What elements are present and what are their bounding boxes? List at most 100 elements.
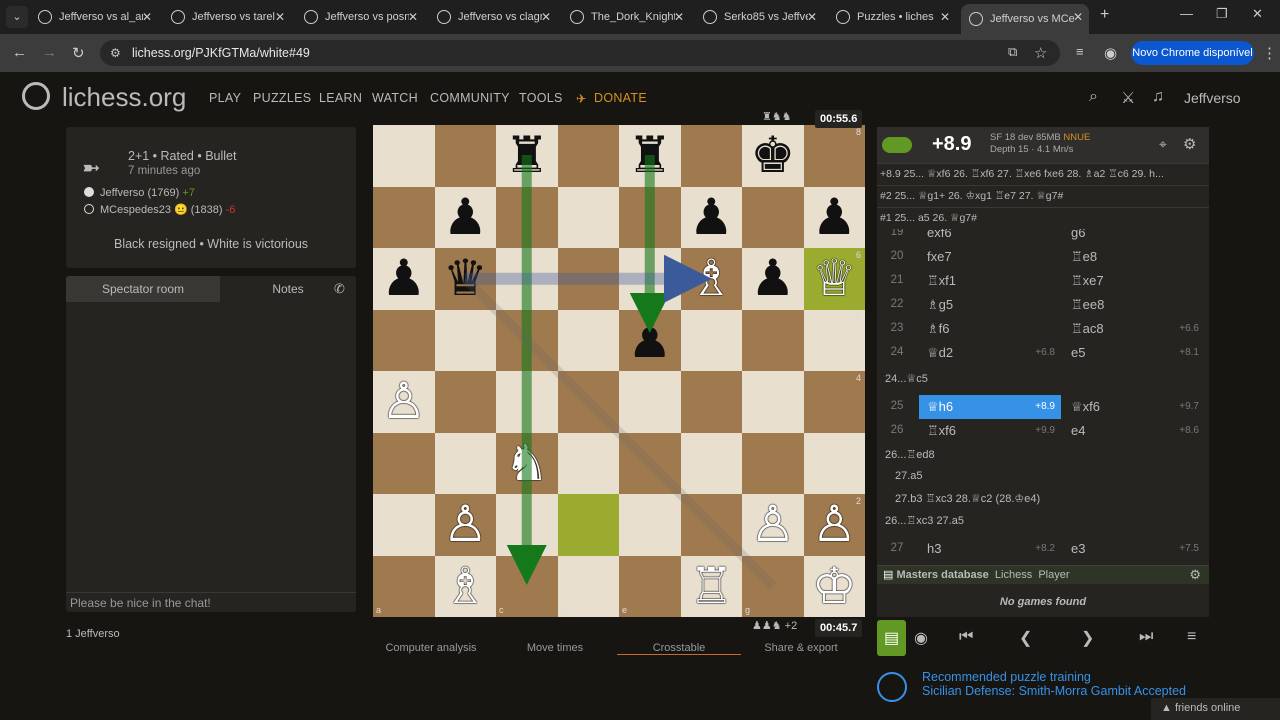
square-c6[interactable]	[496, 248, 558, 310]
user-menu[interactable]: Jeffverso	[1184, 90, 1241, 106]
black-move[interactable]: ♖ac8 +6.6	[1063, 317, 1205, 341]
square-e4[interactable]	[619, 371, 681, 433]
browser-tab[interactable]: Puzzles • liches ✕	[828, 4, 956, 30]
white-move[interactable]: exf6	[919, 229, 1061, 245]
square-e6[interactable]	[619, 248, 681, 310]
menu-watch[interactable]: WATCH	[372, 91, 418, 105]
piece-b6[interactable]: ♛	[435, 248, 497, 310]
url-text[interactable]: lichess.org/PJKfGTMa/white#49	[132, 46, 310, 60]
engine-line-1[interactable]: +8.9 25... ♕xf6 26. ♖xf6 27. ♖xe6 fxe6 2…	[877, 163, 1209, 185]
black-move[interactable]: ♖ee8	[1063, 293, 1205, 317]
square-d1[interactable]	[557, 555, 619, 617]
menu-learn[interactable]: LEARN	[319, 91, 362, 105]
square-e7[interactable]	[619, 186, 681, 248]
tab-spectator-room[interactable]: Spectator room	[66, 276, 220, 302]
variation-line[interactable]: 27.b3 ♖xc3 28.♕c2 (28.♔e4)	[877, 489, 1209, 508]
browser-tab[interactable]: The_Dork_Knight ✕	[562, 4, 690, 30]
variation-line[interactable]: 26...♖xc3 27.a5	[877, 511, 1209, 530]
new-tab-button[interactable]: +	[1100, 6, 1109, 24]
minimize-icon[interactable]: —	[1180, 6, 1193, 21]
black-player[interactable]: MCespedes23 😐 (1838) -6	[84, 203, 235, 216]
white-move[interactable]: ♗f6	[919, 317, 1061, 341]
maximize-icon[interactable]: ❐	[1216, 6, 1228, 22]
square-g5[interactable]	[742, 309, 804, 371]
piece-b7[interactable]: ♟	[435, 187, 497, 249]
browser-tab[interactable]: Jeffverso vs MCe ✕	[961, 4, 1089, 34]
black-move[interactable]: e4 +8.6	[1063, 419, 1205, 443]
square-d3[interactable]	[557, 432, 619, 494]
phone-icon[interactable]: ✆	[334, 281, 345, 297]
piece-g6[interactable]: ♟	[742, 248, 804, 310]
browser-tab[interactable]: Jeffverso vs clagr ✕	[429, 4, 557, 30]
black-move[interactable]: e5 +8.1	[1063, 341, 1205, 365]
close-tab-icon[interactable]: ✕	[408, 10, 418, 24]
menu-puzzles[interactable]: PUZZLES	[253, 91, 311, 105]
square-f2[interactable]	[680, 494, 742, 556]
piece-e5[interactable]: ♟	[619, 310, 681, 372]
notification-bell-icon[interactable]: ♫	[1152, 88, 1164, 106]
engine-settings-icon[interactable]: ⚙	[1183, 135, 1196, 153]
square-d4[interactable]	[557, 371, 619, 433]
piece-b1[interactable]: ♗	[435, 556, 497, 618]
black-player-name[interactable]: MCespedes23 😐 (1838)	[100, 204, 223, 216]
piece-c3[interactable]: ♞	[496, 433, 558, 495]
challenge-icon[interactable]: ⚔	[1121, 88, 1135, 108]
engine-line-2[interactable]: #2 25... ♕g1+ 26. ♔xg1 ♖e7 27. ♕g7#	[877, 185, 1209, 207]
tab-move-times[interactable]: Move times	[502, 642, 608, 654]
square-f8[interactable]	[680, 125, 742, 187]
square-a8[interactable]	[373, 125, 435, 187]
square-e2[interactable]	[619, 494, 681, 556]
explorer-settings-icon[interactable]: ⚙	[1189, 567, 1201, 583]
square-c2[interactable]	[496, 494, 558, 556]
piece-h6[interactable]: ♕	[804, 248, 866, 310]
puzzle-line-1[interactable]: Recommended puzzle training	[922, 670, 1186, 684]
piece-h7[interactable]: ♟	[804, 187, 866, 249]
media-icon[interactable]: ≡	[1076, 44, 1084, 59]
white-move[interactable]: ♕h6 +8.9	[919, 395, 1061, 419]
white-move[interactable]: ♕d2 +6.8	[919, 341, 1061, 365]
square-d7[interactable]	[557, 186, 619, 248]
square-f3[interactable]	[680, 432, 742, 494]
menu-community[interactable]: COMMUNITY	[430, 91, 510, 105]
square-a5[interactable]	[373, 309, 435, 371]
browser-tab[interactable]: Jeffverso vs posn ✕	[296, 4, 424, 30]
tab-player[interactable]: Player	[1038, 569, 1069, 581]
next-move-icon[interactable]: ❯	[1081, 628, 1094, 648]
square-g3[interactable]	[742, 432, 804, 494]
search-icon[interactable]: ⌕	[1089, 88, 1098, 106]
square-c1[interactable]	[496, 555, 558, 617]
piece-h2[interactable]: ♙	[804, 494, 866, 556]
close-tab-icon[interactable]: ✕	[142, 10, 152, 24]
square-a3[interactable]	[373, 432, 435, 494]
piece-e8[interactable]: ♜	[619, 125, 681, 187]
square-g7[interactable]	[742, 186, 804, 248]
chrome-update-button[interactable]: Novo Chrome disponível	[1131, 41, 1254, 65]
square-e3[interactable]	[619, 432, 681, 494]
square-d2[interactable]	[557, 494, 619, 556]
square-b3[interactable]	[434, 432, 496, 494]
prev-move-icon[interactable]: ❮	[1019, 628, 1032, 648]
square-d5[interactable]	[557, 309, 619, 371]
square-b4[interactable]	[434, 371, 496, 433]
white-move[interactable]: ♗g5	[919, 293, 1061, 317]
square-c7[interactable]	[496, 186, 558, 248]
white-move[interactable]: ♖xf1	[919, 269, 1061, 293]
black-move[interactable]: e3 +7.5	[1063, 537, 1205, 561]
white-player-name[interactable]: Jeffverso (1769)	[100, 187, 179, 199]
variation-line[interactable]: 24...♕c5	[877, 369, 1209, 388]
menu-tools[interactable]: TOOLS	[519, 91, 563, 105]
bookmark-star-icon[interactable]: ☆	[1034, 44, 1047, 62]
square-a7[interactable]	[373, 186, 435, 248]
menu-play[interactable]: PLAY	[209, 91, 241, 105]
puzzle-line-2[interactable]: Sicilian Defense: Smith-Morra Gambit Acc…	[922, 684, 1186, 698]
chess-board[interactable]: a b c d e f g h 8 7 6 5 4 3 2 1 ♜ ♜ ♚ ♟ ♟ ♟ ♟ ♛ ♗ ♟ ♕ ♟ ♙ ♞ ♙ ♙ ♙ ♗ ♖ ♔	[373, 125, 865, 617]
browser-tab[interactable]: Jeffverso vs tarel ✕	[163, 4, 291, 30]
white-move[interactable]: ♖xf6 +9.9	[919, 419, 1061, 443]
piece-a6[interactable]: ♟	[373, 248, 435, 310]
tab-masters[interactable]: Masters database	[896, 569, 988, 581]
back-icon[interactable]: ←	[12, 44, 27, 61]
black-move[interactable]: ♖xe7	[1063, 269, 1205, 293]
friends-online[interactable]: ▲ friends online	[1151, 698, 1280, 720]
close-tab-icon[interactable]: ✕	[940, 10, 950, 24]
browser-menu-icon[interactable]: ⋮	[1262, 44, 1277, 62]
